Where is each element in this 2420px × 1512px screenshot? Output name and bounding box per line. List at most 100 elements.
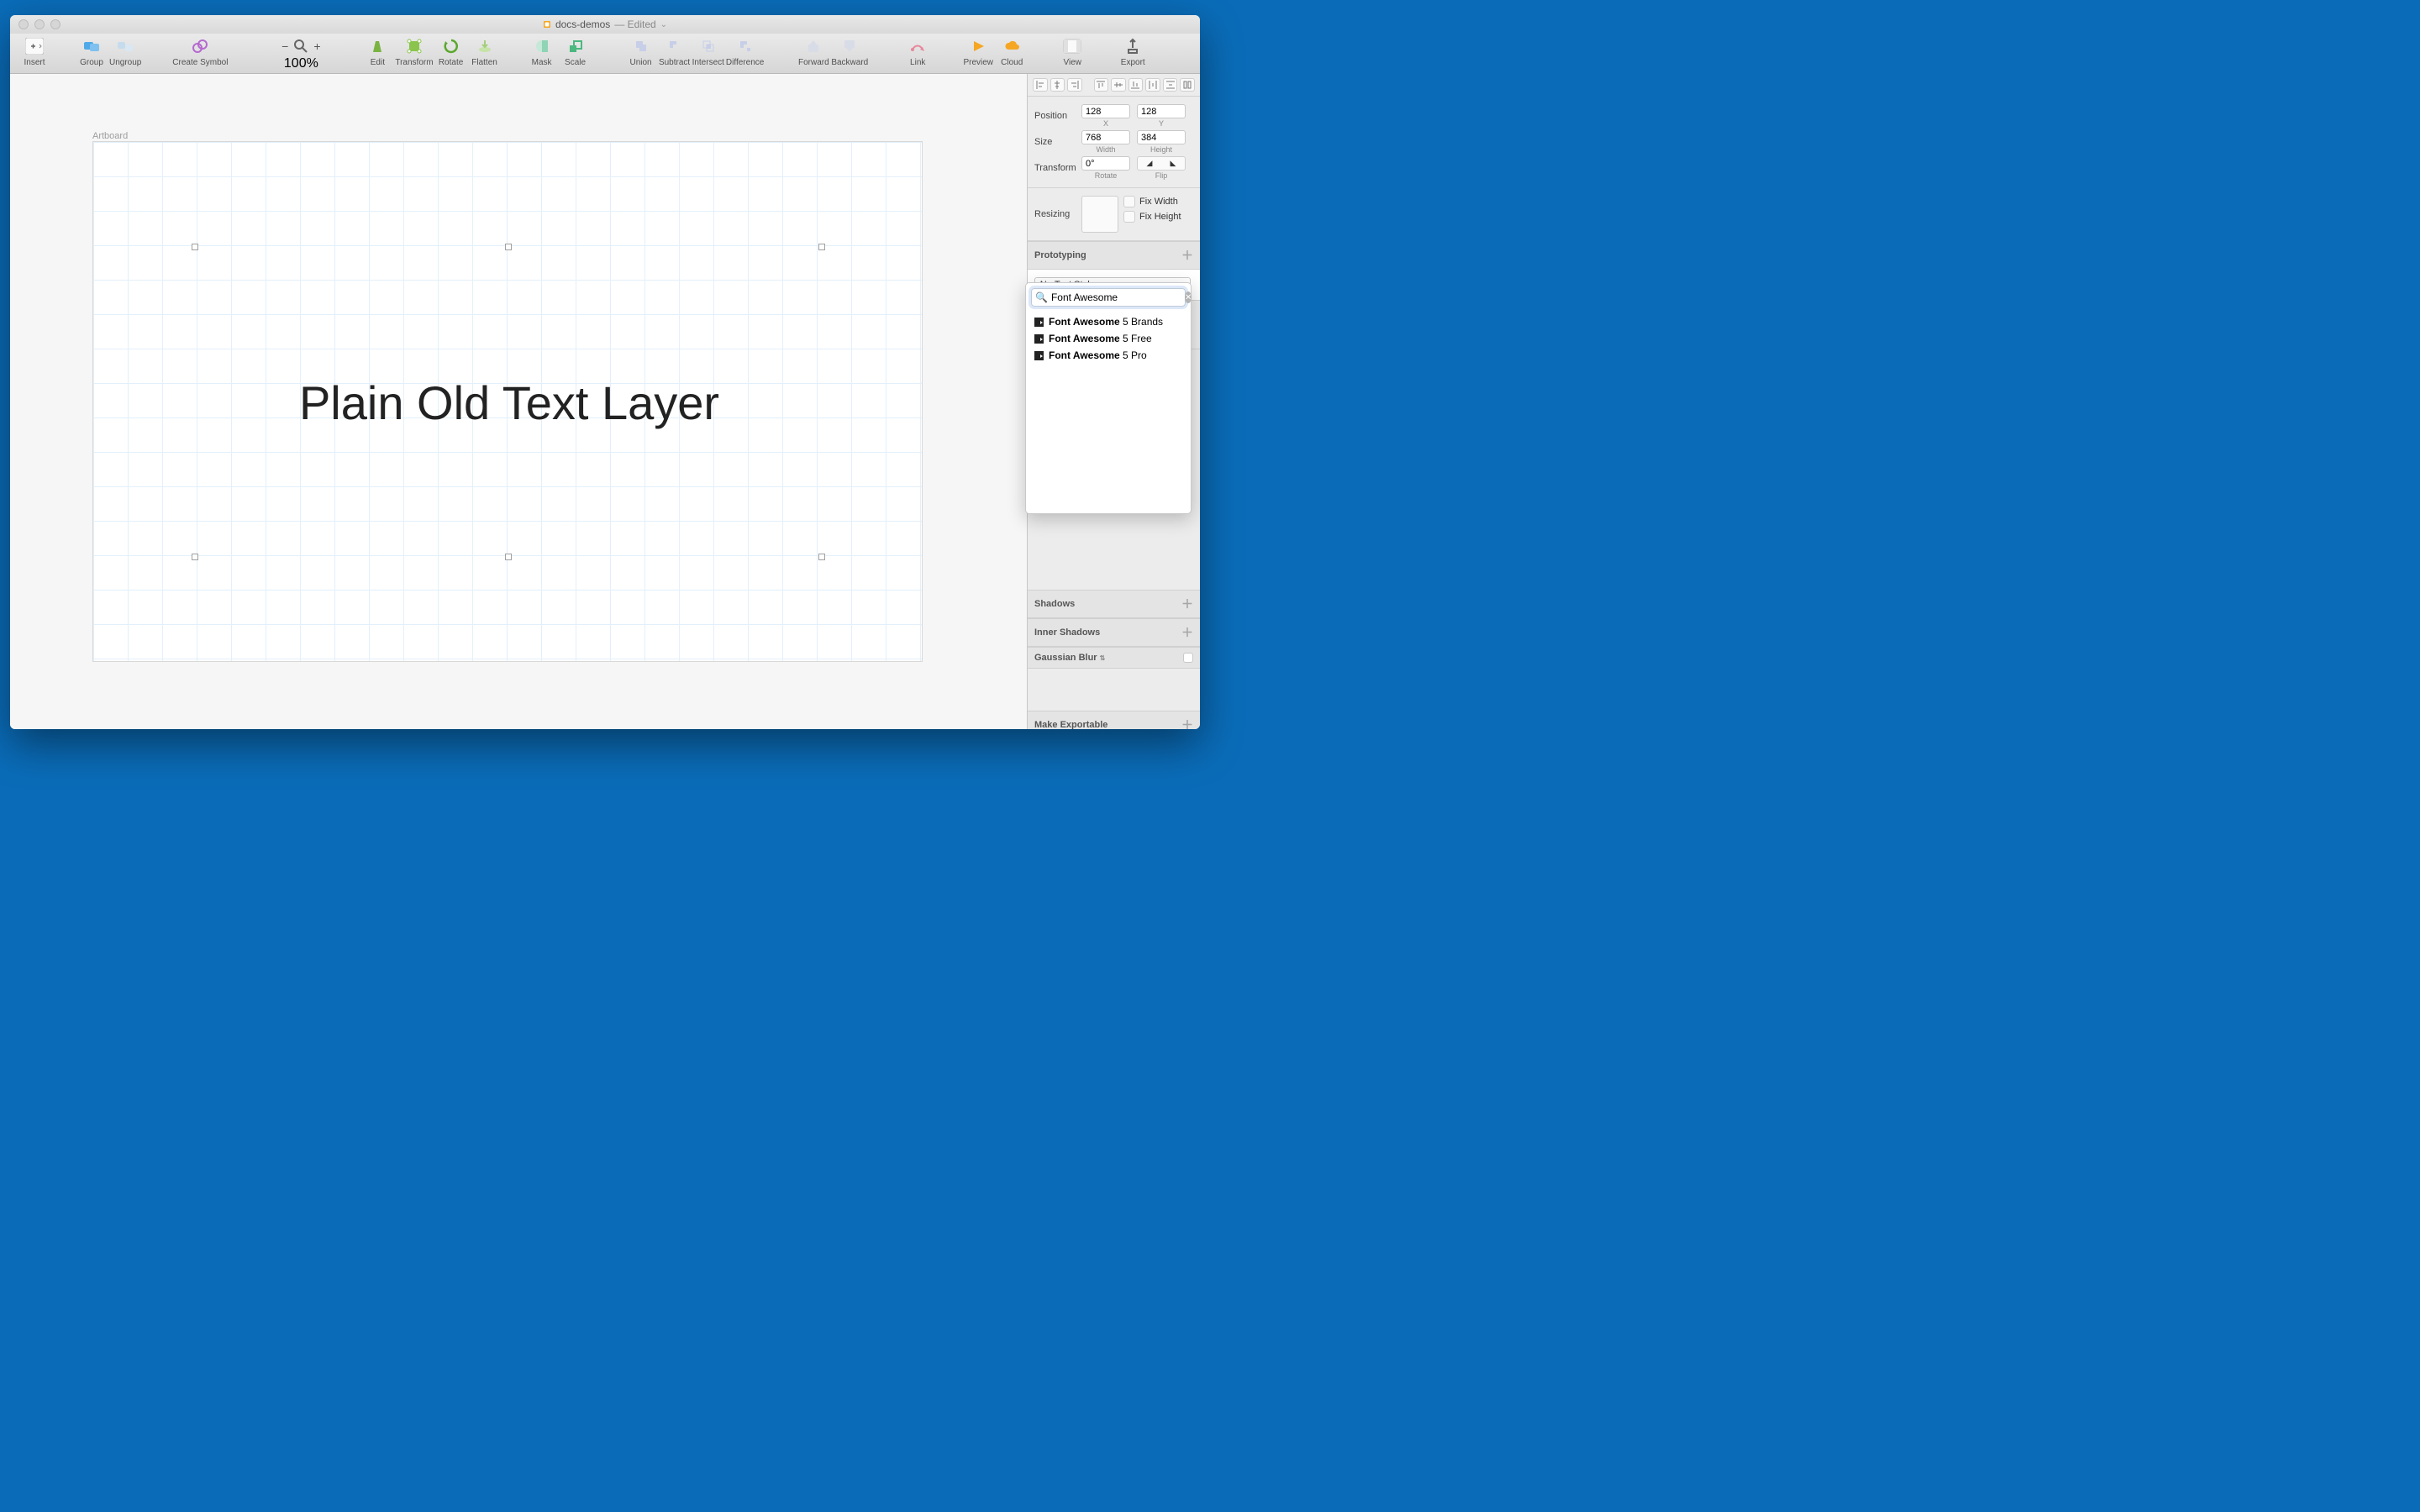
- clear-search-button[interactable]: ✕: [1185, 291, 1192, 303]
- canvas[interactable]: Artboard Plain Old Text Layer: [10, 74, 1027, 729]
- flatten-button[interactable]: Flatten: [469, 36, 501, 67]
- align-bottom-button[interactable]: [1128, 78, 1144, 92]
- selection-handle[interactable]: [818, 554, 825, 560]
- scale-button[interactable]: Scale: [560, 36, 592, 67]
- artboard[interactable]: Plain Old Text Layer: [92, 141, 923, 662]
- chevron-down-icon: ⌄: [660, 20, 667, 29]
- fix-height-label: Fix Height: [1139, 212, 1181, 222]
- forward-button[interactable]: Forward: [797, 36, 829, 67]
- create-symbol-button[interactable]: Create Symbol: [166, 36, 234, 67]
- toolbar-label: Difference: [726, 58, 764, 67]
- toolbar-label: Create Symbol: [172, 58, 228, 67]
- edit-button[interactable]: Edit: [361, 36, 393, 67]
- resizing-constraints-control[interactable]: [1081, 196, 1118, 233]
- prototyping-header[interactable]: Prototyping ＋: [1028, 241, 1200, 270]
- distribute-spacing-button[interactable]: [1180, 78, 1195, 92]
- gaussian-blur-header[interactable]: Gaussian Blur ⇅: [1028, 647, 1200, 669]
- zoom-in-button[interactable]: +: [313, 39, 320, 53]
- selection-handle[interactable]: [505, 554, 512, 560]
- cloud-icon: [1002, 36, 1022, 56]
- align-center-v-button[interactable]: [1111, 78, 1126, 92]
- make-exportable-header[interactable]: Make Exportable ＋: [1028, 711, 1200, 729]
- preview-button[interactable]: Preview: [962, 36, 994, 67]
- zoom-out-button[interactable]: −: [281, 39, 288, 53]
- plus-icon[interactable]: ＋: [1181, 596, 1193, 612]
- font-result-item[interactable]: Font Awesome 5 Brands: [1026, 313, 1191, 330]
- plus-icon[interactable]: ＋: [1181, 624, 1193, 641]
- rotate-button[interactable]: Rotate: [435, 36, 467, 67]
- backward-button[interactable]: Backward: [831, 36, 868, 67]
- link-button[interactable]: Link: [902, 36, 934, 67]
- intersect-button[interactable]: Intersect: [692, 36, 724, 67]
- plus-icon[interactable]: ＋: [1181, 717, 1193, 729]
- minimize-window-button[interactable]: [34, 19, 45, 29]
- view-button[interactable]: View: [1056, 36, 1088, 67]
- union-button[interactable]: Union: [625, 36, 657, 67]
- toolbar-label: Insert: [24, 58, 45, 67]
- cloud-button[interactable]: Cloud: [996, 36, 1028, 67]
- selection-handle[interactable]: [192, 244, 198, 250]
- document-title[interactable]: docs-demos — Edited ⌄: [543, 18, 667, 30]
- transform-button[interactable]: Transform: [395, 36, 433, 67]
- text-layer[interactable]: Plain Old Text Layer: [194, 246, 824, 559]
- toolbar-label: Rotate: [439, 58, 463, 67]
- align-center-h-button[interactable]: [1050, 78, 1065, 92]
- font-icon: [1034, 351, 1044, 360]
- toolbar-label: Link: [910, 58, 925, 67]
- close-window-button[interactable]: [18, 19, 29, 29]
- plus-icon[interactable]: ＋: [1181, 247, 1193, 264]
- fix-width-icon[interactable]: [1123, 196, 1135, 207]
- font-search-field[interactable]: 🔍 ✕: [1031, 288, 1186, 307]
- align-top-button[interactable]: [1094, 78, 1109, 92]
- search-icon: 🔍: [1035, 291, 1048, 303]
- mask-button[interactable]: Mask: [526, 36, 558, 67]
- y-caption: Y: [1159, 119, 1164, 128]
- position-y-input[interactable]: [1137, 104, 1186, 118]
- align-left-button[interactable]: [1033, 78, 1048, 92]
- position-x-input[interactable]: [1081, 104, 1130, 118]
- font-result-item[interactable]: Font Awesome 5 Pro: [1026, 347, 1191, 364]
- fix-height-icon[interactable]: [1123, 211, 1135, 223]
- stepper-icon[interactable]: ⇅: [1100, 654, 1106, 662]
- distribute-h-button[interactable]: [1145, 78, 1160, 92]
- transform-label: Transform: [1034, 163, 1081, 173]
- difference-button[interactable]: Difference: [726, 36, 764, 67]
- selection-handle[interactable]: [192, 554, 198, 560]
- make-exportable-label: Make Exportable: [1034, 720, 1107, 729]
- subtract-button[interactable]: Subtract: [659, 36, 691, 67]
- insert-button[interactable]: Insert: [18, 36, 50, 67]
- font-rest: 5 Brands: [1120, 316, 1163, 328]
- ungroup-button[interactable]: Ungroup: [109, 36, 141, 67]
- font-icon: [1034, 318, 1044, 327]
- flip-caption: Flip: [1155, 171, 1168, 180]
- height-input[interactable]: [1137, 130, 1186, 144]
- flip-v-icon[interactable]: ◣: [1161, 157, 1185, 170]
- inner-shadows-header[interactable]: Inner Shadows＋: [1028, 618, 1200, 647]
- distribute-v-button[interactable]: [1163, 78, 1178, 92]
- font-icon: [1034, 334, 1044, 344]
- magnifier-icon: [293, 39, 308, 54]
- font-results-list: Font Awesome 5 Brands Font Awesome 5 Fre…: [1026, 312, 1191, 513]
- font-result-item[interactable]: Font Awesome 5 Free: [1026, 330, 1191, 347]
- intersect-icon: [698, 36, 718, 56]
- flip-h-icon[interactable]: ◢: [1138, 157, 1161, 170]
- artboard-label[interactable]: Artboard: [92, 131, 128, 141]
- width-input[interactable]: [1081, 130, 1130, 144]
- align-right-button[interactable]: [1067, 78, 1082, 92]
- group-button[interactable]: Group: [76, 36, 108, 67]
- flip-buttons[interactable]: ◢◣: [1137, 156, 1186, 171]
- workspace: Artboard Plain Old Text Layer: [10, 74, 1200, 729]
- toolbar-label: Export: [1121, 58, 1145, 67]
- flatten-icon: [475, 36, 495, 56]
- shadows-header[interactable]: Shadows＋: [1028, 590, 1200, 618]
- font-match: Font Awesome: [1049, 316, 1120, 328]
- export-button[interactable]: Export: [1117, 36, 1149, 67]
- zoom-window-button[interactable]: [50, 19, 60, 29]
- rotate-input[interactable]: [1081, 156, 1130, 171]
- selection-handle[interactable]: [505, 244, 512, 250]
- gaussian-blur-checkbox[interactable]: [1183, 653, 1193, 663]
- size-label: Size: [1034, 137, 1081, 147]
- zoom-control[interactable]: − + 100%: [277, 36, 324, 71]
- font-search-input[interactable]: [1051, 291, 1181, 303]
- selection-handle[interactable]: [818, 244, 825, 250]
